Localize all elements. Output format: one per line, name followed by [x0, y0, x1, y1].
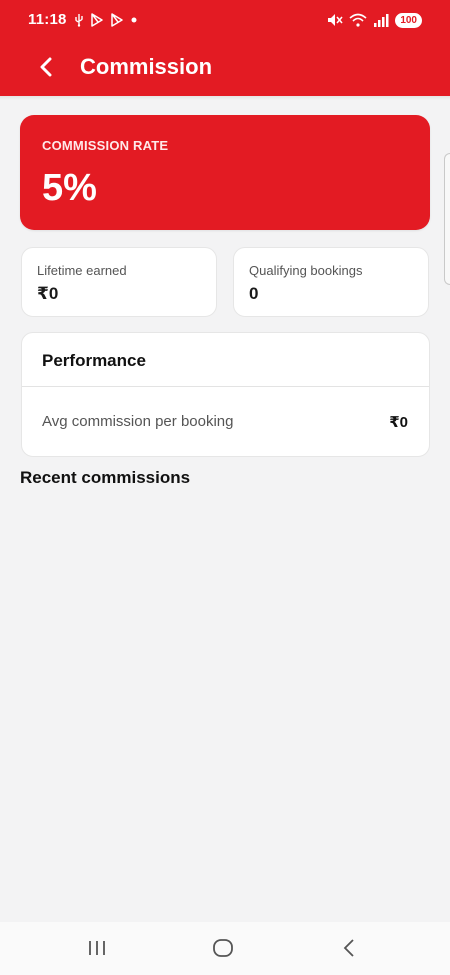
status-time: 11:18 [28, 11, 67, 28]
qualifying-bookings-value: 0 [249, 284, 259, 303]
home-button[interactable] [203, 934, 243, 962]
app-header: Commission [0, 40, 450, 96]
avg-commission-value: ₹0 [389, 414, 408, 431]
signal-icon [374, 14, 389, 27]
lifetime-earned-value: ₹0 [37, 284, 59, 303]
play-icon [91, 13, 103, 27]
lifetime-earned-card: Lifetime earned ₹0 [21, 247, 217, 317]
recent-commissions-title: Recent commissions [20, 468, 191, 487]
mute-icon [328, 14, 343, 26]
back-button[interactable] [32, 52, 62, 82]
recents-icon [89, 941, 105, 955]
page-title: Commission [80, 54, 213, 79]
performance-divider [22, 386, 429, 387]
avg-commission-label: Avg commission per booking [42, 413, 234, 430]
lifetime-earned-label: Lifetime earned [37, 263, 127, 278]
app-header-background: 11:18 100 Commission [0, 0, 450, 96]
edge-panel-handle[interactable] [444, 153, 450, 285]
performance-card: Performance Avg commission per booking ₹… [21, 332, 430, 457]
battery-level: 100 [395, 12, 422, 28]
commission-screen: 11:18 100 Commission COMMISSION RATE 5% … [0, 0, 450, 975]
usb-icon [75, 14, 83, 27]
status-bar: 11:18 100 [0, 0, 450, 40]
performance-title: Performance [42, 351, 146, 370]
chevron-left-icon [40, 57, 52, 77]
qualifying-bookings-label: Qualifying bookings [249, 263, 363, 278]
system-nav-bar [0, 922, 450, 975]
commission-rate-value: 5% [42, 167, 97, 209]
wifi-icon [349, 13, 367, 27]
home-icon [213, 939, 233, 957]
recents-button[interactable] [77, 934, 117, 962]
commission-rate-card: COMMISSION RATE 5% [20, 115, 430, 230]
qualifying-bookings-card: Qualifying bookings 0 [233, 247, 429, 317]
notification-icons [74, 12, 138, 28]
play-icon [111, 13, 123, 27]
dot-icon [131, 17, 137, 23]
system-icons: 100 [327, 11, 422, 29]
commission-rate-label: COMMISSION RATE [42, 138, 169, 153]
header-shadow [0, 96, 450, 100]
system-back-button[interactable] [329, 934, 369, 962]
back-icon [343, 939, 354, 957]
